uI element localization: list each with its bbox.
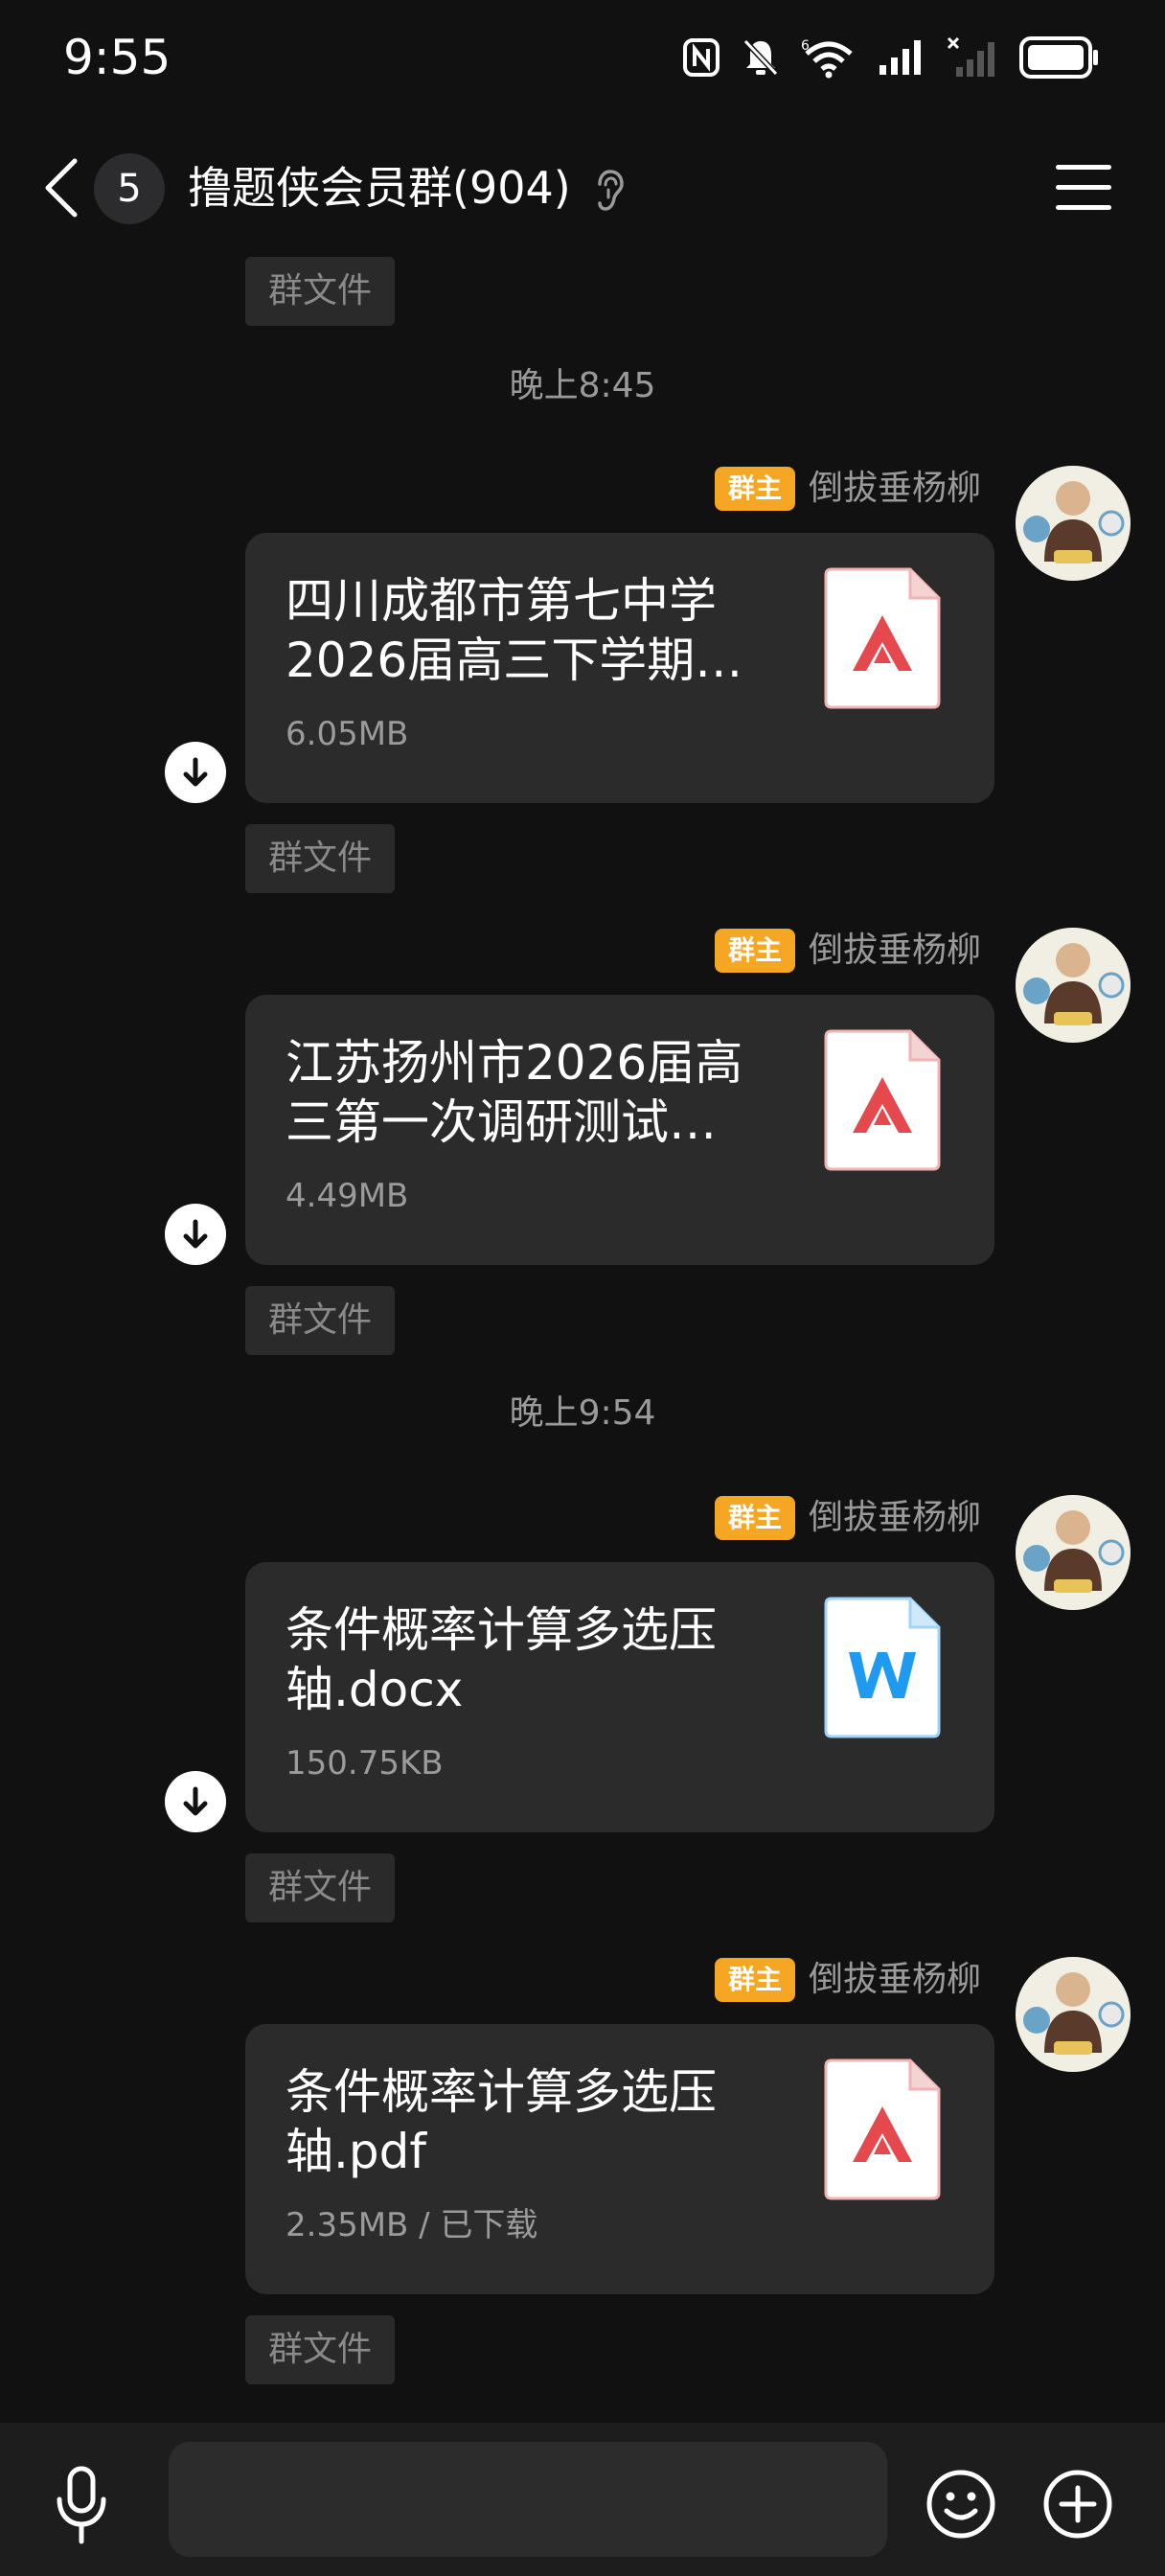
- file-message-card[interactable]: 条件概率计算多选压 轴.docx 150.75KB: [245, 1562, 994, 1832]
- avatar-image: [1016, 928, 1131, 1043]
- avatar[interactable]: [1016, 928, 1131, 1043]
- group-title[interactable]: 撸题侠会员群(904): [188, 159, 571, 217]
- unread-count-badge[interactable]: 5: [94, 153, 165, 224]
- avatar[interactable]: [1016, 466, 1131, 581]
- avatar-image: [1016, 1957, 1131, 2072]
- avatar-image: [1016, 466, 1131, 581]
- nfc-icon: [683, 38, 720, 77]
- emoji-icon[interactable]: [925, 2469, 996, 2540]
- status-time: 9:55: [63, 30, 171, 85]
- owner-badge: 群主: [714, 1958, 795, 2002]
- back-button[interactable]: [34, 153, 88, 222]
- avatar-image: [1016, 1495, 1131, 1610]
- sender-name[interactable]: 倒拔垂杨柳: [809, 928, 981, 974]
- file-message-card[interactable]: 条件概率计算多选压 轴.pdf 2.35MB / 已下载: [245, 2024, 994, 2294]
- plus-icon[interactable]: [1042, 2469, 1113, 2540]
- file-size: 6.05MB: [286, 715, 409, 753]
- file-name: 江苏扬州市2026届高 三第一次调研测试…: [286, 1035, 743, 1150]
- owner-badge: 群主: [714, 467, 795, 511]
- file-message-card[interactable]: 江苏扬州市2026届高 三第一次调研测试… 4.49MB: [245, 995, 994, 1265]
- sender-name[interactable]: 倒拔垂杨柳: [809, 1957, 981, 2003]
- sender-row: 群主 倒拔垂杨柳: [714, 1495, 981, 1541]
- signal-icon: [879, 40, 921, 75]
- file-name: 条件概率计算多选压 轴.pdf: [286, 2064, 717, 2179]
- group-file-tag[interactable]: 群文件: [245, 824, 396, 893]
- arrow-down-icon: [183, 1219, 208, 1249]
- group-file-tag[interactable]: 群文件: [245, 2315, 396, 2384]
- file-message-card[interactable]: 四川成都市第七中学 2026届高三下学期… 6.05MB: [245, 533, 994, 803]
- download-button[interactable]: [165, 1204, 226, 1265]
- file-size: 150.75KB: [286, 1744, 444, 1782]
- sender-name[interactable]: 倒拔垂杨柳: [809, 466, 981, 512]
- arrow-down-icon: [183, 1786, 208, 1816]
- wifi-icon: 6: [801, 38, 853, 79]
- menu-button[interactable]: [1050, 157, 1117, 218]
- timestamp: 晚上9:54: [509, 1393, 656, 1433]
- owner-badge: 群主: [714, 1496, 795, 1540]
- timestamp: 晚上8:45: [509, 366, 656, 405]
- status-icons: 6: [682, 33, 1100, 82]
- arrow-down-icon: [183, 757, 208, 787]
- file-name: 四川成都市第七中学 2026届高三下学期…: [286, 573, 743, 688]
- download-button[interactable]: [165, 742, 226, 803]
- group-file-tag[interactable]: 群文件: [245, 257, 396, 326]
- pdf-file-icon: [824, 1029, 941, 1171]
- chevron-left-icon: [45, 158, 78, 218]
- owner-badge: 群主: [714, 929, 795, 973]
- download-button[interactable]: [165, 1771, 226, 1832]
- sender-row: 群主 倒拔垂杨柳: [714, 466, 981, 512]
- group-file-tag[interactable]: 群文件: [245, 1286, 396, 1355]
- group-file-tag[interactable]: 群文件: [245, 1853, 396, 1922]
- signal-x-icon: [947, 36, 994, 77]
- file-name: 条件概率计算多选压 轴.docx: [286, 1602, 717, 1717]
- sender-row: 群主 倒拔垂杨柳: [714, 928, 981, 974]
- sender-row: 群主 倒拔垂杨柳: [714, 1957, 981, 2003]
- file-size: 2.35MB / 已下载: [286, 2206, 538, 2244]
- microphone-icon[interactable]: [48, 2461, 115, 2547]
- pdf-file-icon: [824, 2058, 941, 2200]
- avatar[interactable]: [1016, 1957, 1131, 2072]
- word-file-icon: [824, 1597, 941, 1738]
- battery-icon: [1019, 36, 1098, 79]
- sender-name[interactable]: 倒拔垂杨柳: [809, 1495, 981, 1541]
- mute-icon: [742, 38, 779, 77]
- ear-icon[interactable]: [592, 169, 627, 213]
- file-size: 4.49MB: [286, 1177, 409, 1215]
- message-input[interactable]: [169, 2442, 887, 2557]
- pdf-file-icon: [824, 567, 941, 709]
- avatar[interactable]: [1016, 1495, 1131, 1610]
